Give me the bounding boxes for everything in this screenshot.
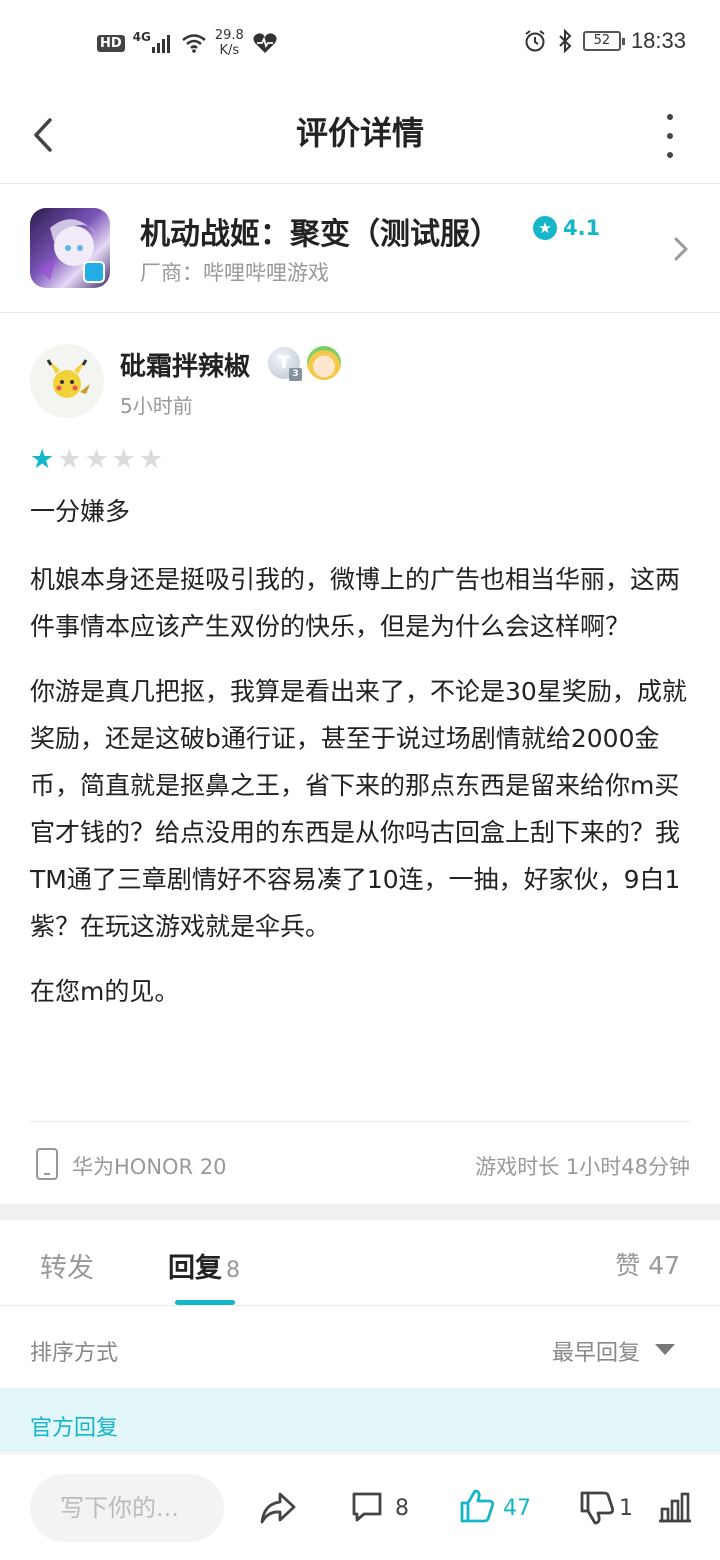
device-row: 华为HONOR 20 游戏时长 1小时48分钟 bbox=[30, 1148, 690, 1182]
status-left: HD 4G 29.8 K/s bbox=[97, 28, 278, 58]
reply-input[interactable]: 写下你的... bbox=[30, 1474, 224, 1542]
page-title: 评价详情 bbox=[295, 114, 424, 152]
pikachu-avatar-icon bbox=[46, 359, 90, 398]
comment-icon[interactable] bbox=[350, 1490, 384, 1524]
star-rating: ★ ★ ★ ★ ★ bbox=[30, 446, 163, 473]
star-empty-icon: ★ bbox=[111, 444, 136, 475]
review-paragraph: 你游是真几把抠，我算是看出来了，不论是30星奖励，成就奖励，还是这破b通行证，甚… bbox=[30, 677, 687, 941]
star-filled-icon: ★ bbox=[30, 444, 55, 475]
more-dot-icon bbox=[667, 133, 673, 139]
chevron-right-icon bbox=[674, 237, 688, 261]
username[interactable]: 砒霜拌辣椒 bbox=[120, 346, 250, 383]
phone-icon bbox=[36, 1148, 58, 1180]
sort-row: 排序方式 最早回复 bbox=[0, 1306, 720, 1388]
divider bbox=[30, 1121, 690, 1122]
post-time: 5小时前 bbox=[120, 394, 193, 418]
user-avatar-badge-icon bbox=[307, 346, 341, 380]
thumbs-up-icon[interactable] bbox=[458, 1487, 496, 1525]
caret-down-icon[interactable] bbox=[655, 1344, 675, 1355]
play-time: 游戏时长 1小时48分钟 bbox=[475, 1155, 690, 1179]
speed-unit: K/s bbox=[219, 43, 240, 58]
official-reply-bar[interactable]: 官方回复 bbox=[0, 1388, 720, 1452]
speed-value: 29.8 bbox=[214, 28, 244, 43]
review-paragraph: 机娘本身还是挺吸引我的，微博上的广告也相当华丽，这两件事情本应该产生双份的快乐，… bbox=[30, 565, 681, 641]
app-card[interactable]: 机动战姬：聚变（测试服） ★ 4.1 厂商：哔哩哔哩游戏 bbox=[0, 185, 720, 313]
bluetooth-icon bbox=[559, 29, 572, 53]
thumbs-down-icon[interactable] bbox=[578, 1489, 616, 1527]
app-rating: ★ 4.1 bbox=[533, 216, 600, 240]
device-name: 华为HONOR 20 bbox=[72, 1155, 227, 1179]
wifi-icon bbox=[182, 34, 206, 53]
dislike-count: 1 bbox=[619, 1496, 633, 1521]
star-empty-icon: ★ bbox=[138, 444, 164, 475]
network-speed: 29.8 K/s bbox=[215, 28, 244, 58]
share-icon[interactable] bbox=[258, 1490, 298, 1526]
battery-indicator: 52 bbox=[582, 31, 625, 51]
app-name: 机动战姬：聚变（测试服） bbox=[140, 217, 500, 252]
review-paragraph: 在您m的见。 bbox=[30, 977, 180, 1006]
comment-count: 8 bbox=[395, 1496, 409, 1521]
sort-dropdown[interactable]: 最早回复 bbox=[552, 1335, 640, 1367]
app-icon bbox=[30, 208, 110, 288]
clock: 18:33 bbox=[630, 28, 686, 53]
sort-label: 排序方式 bbox=[30, 1341, 119, 1366]
avatar[interactable] bbox=[30, 344, 104, 418]
hd-indicator: HD bbox=[97, 34, 125, 52]
status-right: 52 18:33 bbox=[523, 28, 686, 54]
active-tab-indicator bbox=[175, 1300, 235, 1305]
review-title: 一分嫌多 bbox=[30, 497, 131, 526]
bilibili-badge-icon bbox=[83, 261, 105, 283]
star-empty-icon: ★ bbox=[84, 444, 109, 475]
section-separator bbox=[0, 1204, 720, 1220]
rating-star-icon: ★ bbox=[533, 216, 557, 240]
user-level-badge-icon: T 3 bbox=[268, 347, 302, 381]
more-dot-icon bbox=[667, 114, 673, 120]
official-reply-label: 官方回复 bbox=[30, 1416, 119, 1441]
bottom-action-bar: 写下你的... 8 47 1 bbox=[0, 1453, 720, 1560]
tab-forward[interactable]: 转发 bbox=[40, 1246, 94, 1285]
like-count: 47 bbox=[503, 1496, 531, 1521]
app-vendor: 厂商：哔哩哔哩游戏 bbox=[140, 261, 329, 285]
stats-icon[interactable] bbox=[657, 1490, 693, 1524]
header: 评价详情 bbox=[0, 88, 720, 184]
heart-rate-icon bbox=[253, 33, 277, 53]
more-dot-icon bbox=[667, 152, 673, 158]
tab-reply-count: 8 bbox=[226, 1258, 240, 1283]
alarm-icon bbox=[525, 30, 545, 52]
tab-reply[interactable]: 回复 8 bbox=[168, 1246, 240, 1285]
network-type: 4G bbox=[132, 30, 151, 44]
more-options-button[interactable] bbox=[660, 114, 680, 158]
badge-level: 3 bbox=[289, 368, 302, 381]
rating-value: 4.1 bbox=[563, 216, 601, 240]
tab-like[interactable]: 赞 47 bbox=[615, 1246, 680, 1282]
status-bar: HD 4G 29.8 K/s 52 18:33 bbox=[0, 0, 720, 88]
star-empty-icon: ★ bbox=[57, 444, 82, 475]
tab-reply-label: 回复 bbox=[168, 1253, 222, 1284]
signal-icon bbox=[151, 35, 170, 53]
tab-bar: 转发 回复 8 赞 47 bbox=[0, 1220, 720, 1306]
review-body: 机娘本身还是挺吸引我的，微博上的广告也相当华丽，这两件事情本应该产生双份的快乐，… bbox=[30, 556, 692, 1033]
